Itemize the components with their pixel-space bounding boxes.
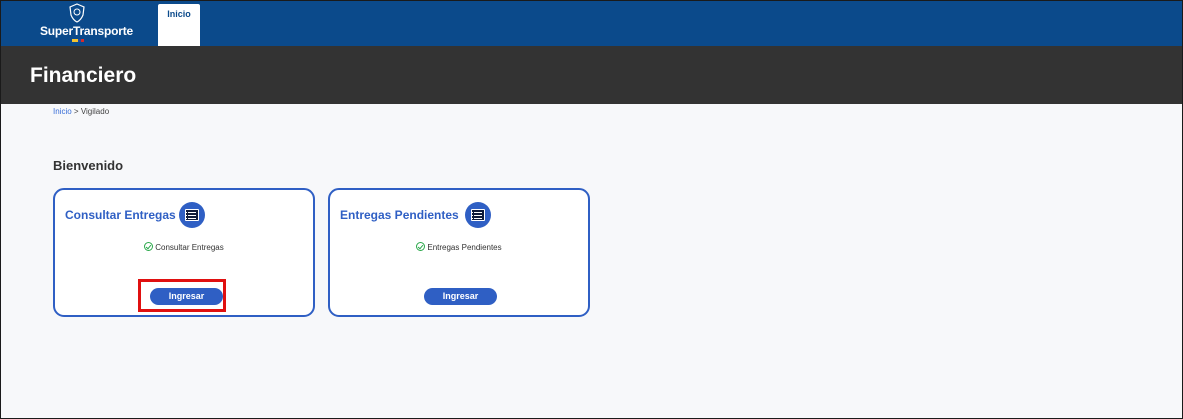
card-title: Consultar Entregas bbox=[65, 208, 176, 222]
app-frame: SuperTransporte Inicio Financiero Inicio… bbox=[0, 0, 1183, 419]
flag-stripe bbox=[72, 39, 84, 42]
card-check-label: Consultar Entregas bbox=[155, 243, 224, 252]
highlight-box bbox=[138, 279, 226, 312]
tab-inicio[interactable]: Inicio bbox=[158, 4, 200, 46]
list-icon bbox=[465, 202, 491, 228]
breadcrumb-home-link[interactable]: Inicio bbox=[53, 107, 72, 116]
card-check-label: Entregas Pendientes bbox=[427, 243, 502, 252]
supertransporte-logo[interactable]: SuperTransporte bbox=[29, 3, 144, 43]
check-circle-icon bbox=[144, 242, 154, 251]
title-bar bbox=[1, 46, 1182, 104]
card-entregas-pendientes: Entregas Pendientes Entregas Pendientes … bbox=[328, 188, 590, 317]
welcome-heading: Bienvenido bbox=[53, 158, 124, 173]
list-icon bbox=[179, 202, 205, 228]
top-navbar: SuperTransporte Inicio bbox=[1, 1, 1182, 46]
card-title: Entregas Pendientes bbox=[340, 208, 459, 222]
logo-text: SuperTransporte bbox=[39, 24, 134, 38]
ingresar-button[interactable]: Ingresar bbox=[424, 288, 497, 305]
page-title: Financiero bbox=[30, 64, 137, 87]
check-circle-icon bbox=[416, 242, 426, 251]
breadcrumb: Inicio > Vigilado bbox=[53, 107, 109, 116]
breadcrumb-current: Vigilado bbox=[80, 107, 110, 116]
shield-icon bbox=[69, 3, 85, 23]
card-check-row: Entregas Pendientes bbox=[330, 242, 588, 252]
breadcrumb-separator: > bbox=[73, 107, 79, 116]
card-check-row: Consultar Entregas bbox=[55, 242, 313, 252]
